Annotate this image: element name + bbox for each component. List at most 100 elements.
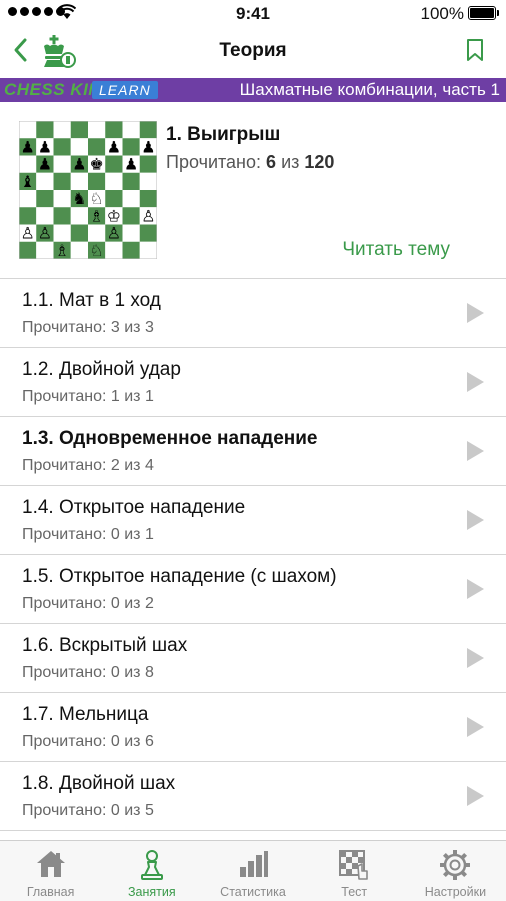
pawn-icon	[140, 850, 163, 880]
progress-total: 120	[304, 152, 335, 172]
bookmark-button[interactable]	[466, 38, 484, 67]
play-icon[interactable]	[467, 786, 484, 806]
board-square	[139, 241, 157, 259]
chess-piece: ♟	[38, 137, 52, 156]
lesson-row[interactable]: 1.1. Мат в 1 ход Прочитано: 3 из 3	[0, 279, 506, 348]
tab-settings-label: Настройки	[424, 885, 487, 899]
play-icon[interactable]	[467, 510, 484, 530]
board-square	[36, 190, 54, 208]
play-icon[interactable]	[467, 441, 484, 461]
lesson-title: 1.6. Вскрытый шах	[22, 635, 188, 656]
board-square	[36, 207, 54, 225]
read-topic-link[interactable]: Читать тему	[342, 239, 450, 261]
tab-test[interactable]: Тест	[304, 841, 405, 901]
lesson-row[interactable]: 1.2. Двойной удар Прочитано: 1 из 1	[0, 348, 506, 417]
bar-chart-icon	[240, 851, 268, 877]
board-square	[19, 155, 37, 173]
nav-bar: Теория	[0, 26, 506, 78]
board-square	[53, 138, 71, 156]
board-square	[88, 138, 106, 156]
tab-test-label: Тест	[341, 885, 368, 899]
progress-prefix: Прочитано:	[166, 152, 262, 172]
board-square	[105, 121, 123, 139]
tab-lessons-label: Занятия	[127, 885, 176, 899]
lesson-row[interactable]: 1.5. Открытое нападение (с шахом) Прочита…	[0, 555, 506, 624]
lesson-row[interactable]: 1.8. Двойной шах Прочитано: 0 из 5	[0, 762, 506, 831]
play-icon[interactable]	[467, 303, 484, 323]
test-board-icon	[339, 850, 369, 880]
board-square	[88, 224, 106, 242]
board-square	[105, 155, 123, 173]
board-square	[70, 207, 88, 225]
board-square	[139, 190, 157, 208]
board-square	[88, 172, 106, 190]
lesson-status: Прочитано: 1 из 1	[22, 388, 154, 405]
chess-piece: ♘	[90, 241, 104, 259]
progress-of: из	[281, 152, 300, 172]
board-square	[70, 138, 88, 156]
tab-settings[interactable]: Настройки	[405, 841, 506, 901]
topic-progress: Прочитано: 6 из 120	[166, 152, 334, 173]
lesson-row[interactable]: 1.6. Вскрытый шах Прочитано: 0 из 8	[0, 624, 506, 693]
course-title: Шахматные комбинации, часть 1	[239, 80, 500, 99]
play-icon[interactable]	[467, 579, 484, 599]
chess-board-preview[interactable]: ♟ ♟ ♟ ♟♟ ♟ ♚ ♟♝♞ ♘♗ ♔ ♙♙ ♙ ♙♗ ♘	[19, 121, 157, 259]
play-icon[interactable]	[467, 717, 484, 737]
board-square	[36, 121, 54, 139]
bookmark-icon	[467, 39, 483, 61]
play-icon[interactable]	[467, 648, 484, 668]
lesson-title: 1.7. Мельница	[22, 704, 149, 725]
board-square	[105, 241, 123, 259]
chess-piece: ♟	[107, 137, 121, 156]
board-square	[105, 190, 123, 208]
tab-home-label: Главная	[26, 885, 75, 899]
status-bar: 9:41 100%	[0, 0, 506, 26]
chess-piece: ♞	[72, 189, 86, 208]
board-square	[53, 207, 71, 225]
board-square	[53, 155, 71, 173]
chess-piece: ♙	[38, 224, 52, 243]
chess-piece: ♟	[141, 137, 155, 156]
board-square	[19, 207, 37, 225]
board-square	[70, 241, 88, 259]
tab-lessons[interactable]: Занятия	[101, 841, 202, 901]
lesson-row[interactable]: 1.3. Одновременное нападение Прочитано: 2…	[0, 417, 506, 486]
board-square	[19, 190, 37, 208]
lesson-status: Прочитано: 0 из 8	[22, 664, 154, 681]
tab-statistics[interactable]: Статистика	[202, 841, 303, 901]
chess-piece: ♟	[72, 155, 86, 174]
lesson-row[interactable]: 1.4. Открытое нападение Прочитано: 0 из 1	[0, 486, 506, 555]
board-square	[53, 224, 71, 242]
tab-bar: Главная Занятия Статистика Тест Настройк…	[0, 840, 506, 901]
board-square	[139, 172, 157, 190]
board-square	[70, 121, 88, 139]
chess-piece: ♙	[141, 206, 155, 225]
gear-icon	[440, 850, 471, 880]
chess-piece: ♗	[55, 241, 69, 259]
board-square	[139, 155, 157, 173]
board-square	[139, 121, 157, 139]
board-square	[105, 172, 123, 190]
page-title: Теория	[219, 40, 287, 61]
home-icon	[36, 851, 65, 877]
course-banner: CHESS KING LEARN Шахматные комбинации, ч…	[0, 78, 506, 102]
board-square	[19, 241, 37, 259]
board-square	[53, 121, 71, 139]
chess-piece: ♝	[21, 172, 35, 191]
battery-percent: 100%	[420, 4, 464, 23]
board-square	[70, 172, 88, 190]
board-square	[70, 224, 88, 242]
tab-home[interactable]: Главная	[0, 841, 101, 901]
lesson-status: Прочитано: 2 из 4	[22, 457, 154, 474]
chess-piece: ♗	[90, 206, 104, 225]
play-icon[interactable]	[467, 372, 484, 392]
chess-piece: ♙	[107, 224, 121, 243]
lesson-title: 1.2. Двойной удар	[22, 359, 181, 380]
lesson-row[interactable]: 1.7. Мельница Прочитано: 0 из 6	[0, 693, 506, 762]
chess-piece: ♔	[107, 206, 121, 225]
chess-piece: ♟	[38, 155, 52, 174]
lesson-title: 1.5. Открытое нападение (с шахом)	[22, 566, 337, 587]
board-square	[19, 121, 37, 139]
board-square	[122, 190, 140, 208]
board-square	[122, 138, 140, 156]
